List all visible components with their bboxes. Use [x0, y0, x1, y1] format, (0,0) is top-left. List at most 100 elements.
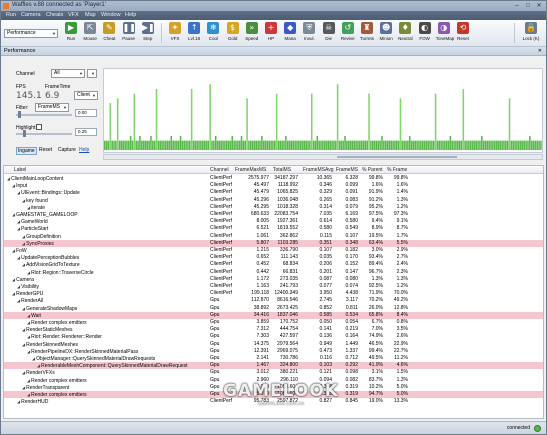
- frame-bar[interactable]: [153, 140, 156, 151]
- frame-bar[interactable]: [139, 135, 141, 151]
- frame-bar[interactable]: [418, 140, 420, 151]
- frame-bar[interactable]: [353, 140, 356, 151]
- expand-arrow-icon[interactable]: ◢: [22, 385, 25, 390]
- frame-bar[interactable]: [505, 140, 507, 151]
- frame-bar[interactable]: [105, 140, 108, 151]
- frame-bar[interactable]: [514, 140, 516, 151]
- expand-arrow-icon[interactable]: ◢: [22, 198, 25, 203]
- frame-bar[interactable]: [327, 140, 330, 151]
- frame-bar[interactable]: [325, 140, 328, 151]
- frame-bar[interactable]: [148, 140, 150, 151]
- table-row[interactable]: ◢GameWorld ClientPerf 8.005 1927.361 0.614 0.…: [4, 218, 543, 225]
- expand-arrow-icon[interactable]: ◢: [17, 399, 20, 404]
- pause-button[interactable]: ❚❚ Pause: [121, 21, 137, 45]
- frame-bar[interactable]: [464, 140, 466, 151]
- col-parent[interactable]: % Parent: [362, 167, 383, 173]
- frame-bar[interactable]: [104, 140, 106, 151]
- frame-bar[interactable]: [122, 140, 125, 151]
- frame-bar[interactable]: [272, 140, 274, 151]
- expand-arrow-icon[interactable]: ◢: [17, 255, 20, 260]
- frame-bar[interactable]: [492, 140, 494, 151]
- table-row[interactable]: ◢UpdatePerceptionBubbles ClientPerf 0.652 1…: [4, 254, 543, 261]
- frame-bar[interactable]: [331, 140, 333, 151]
- frame-bar[interactable]: [262, 140, 265, 151]
- filter-combo[interactable]: FrameMS ▼: [35, 103, 69, 112]
- table-row[interactable]: ◢ParticleStart ClientPerf 6.521 1819.552 0.5…: [4, 225, 543, 232]
- table-row[interactable]: ◢GAMESTATE_GAMELOOP ClientPerf 680.633 2208…: [4, 211, 543, 218]
- expand-arrow-icon[interactable]: ◢: [22, 262, 25, 267]
- table-row[interactable]: ◢ObjectManager::QuerySkinnedMaterialDraw…: [4, 355, 543, 362]
- frame-bar[interactable]: [233, 140, 235, 151]
- frame-bar[interactable]: [527, 140, 529, 151]
- col-label[interactable]: Label: [14, 167, 26, 173]
- frame-bar[interactable]: [144, 140, 147, 151]
- table-row[interactable]: ◢Visibility ClientPerf 1.163 241.793 0.077 0.…: [4, 283, 543, 290]
- frame-bar[interactable]: [275, 93, 278, 151]
- frame-bar[interactable]: [444, 140, 446, 151]
- frame-bar[interactable]: [299, 140, 302, 151]
- frame-bar[interactable]: [194, 140, 197, 151]
- expand-arrow-icon[interactable]: ◢: [17, 190, 20, 195]
- frame-bar[interactable]: [140, 140, 143, 151]
- frame-bar[interactable]: [394, 140, 396, 151]
- filter-slider-thumb[interactable]: [18, 111, 21, 118]
- table-row[interactable]: ◢UIEvent::Bindings::Update ClientPerf 45.4…: [4, 189, 543, 196]
- frame-bar[interactable]: [224, 140, 226, 151]
- expand-arrow-icon[interactable]: ◢: [37, 363, 40, 368]
- frame-bar[interactable]: [333, 140, 335, 151]
- speed-button[interactable]: » Speed: [244, 21, 260, 45]
- frame-bar[interactable]: [201, 140, 204, 151]
- expand-arrow-icon[interactable]: ◢: [27, 205, 30, 210]
- frame-bar[interactable]: [207, 140, 210, 151]
- frame-bar[interactable]: [126, 140, 128, 151]
- frame-bar[interactable]: [490, 140, 492, 151]
- frame-bar[interactable]: [412, 140, 415, 151]
- frame-bar[interactable]: [285, 135, 287, 151]
- frame-bar[interactable]: [213, 140, 215, 151]
- frame-bar[interactable]: [109, 103, 112, 151]
- frame-bar[interactable]: [205, 140, 208, 151]
- frame-bar[interactable]: [482, 140, 485, 151]
- expand-arrow-icon[interactable]: ◢: [7, 176, 10, 181]
- expand-arrow-icon[interactable]: ◢: [22, 234, 25, 239]
- frame-bar[interactable]: [420, 140, 422, 151]
- mode-combo[interactable]: Performance ▼: [4, 29, 58, 38]
- frame-bar[interactable]: [120, 140, 123, 151]
- frame-bar[interactable]: [305, 140, 307, 151]
- frame-bar[interactable]: [351, 140, 354, 151]
- run-button[interactable]: ▶ Run: [63, 21, 79, 45]
- expand-arrow-icon[interactable]: ◢: [22, 241, 25, 246]
- frame-bar[interactable]: [355, 140, 357, 151]
- frame-bar[interactable]: [244, 140, 247, 151]
- table-row[interactable]: ◢RenderGPU ClientPerf 199.118 12400.349 3.95…: [4, 290, 543, 297]
- frame-bar[interactable]: [440, 140, 442, 151]
- frame-bar[interactable]: [368, 93, 370, 151]
- frame-bar[interactable]: [453, 140, 455, 151]
- turrets-button[interactable]: ♜ Turrets: [359, 21, 375, 45]
- frame-bar[interactable]: [517, 140, 520, 151]
- table-row[interactable]: ◢ClientMainLoopContent ClientPerf 2575.977…: [4, 175, 543, 182]
- filter-threshold-field[interactable]: 0.00: [75, 109, 97, 117]
- frame-bar[interactable]: [259, 140, 261, 151]
- frame-bar[interactable]: [488, 140, 490, 151]
- capture-button[interactable]: Capture: [58, 147, 76, 153]
- expand-arrow-icon[interactable]: ◢: [22, 327, 25, 332]
- frame-bar[interactable]: [216, 140, 219, 151]
- frame-bar[interactable]: [279, 140, 282, 151]
- frame-bar[interactable]: [381, 135, 383, 151]
- table-row[interactable]: ◢Wait Gpu 34.416 1837.046 0.585 0.534 65.8% 8.4…: [4, 311, 543, 319]
- channel-combo[interactable]: All ▼: [51, 69, 85, 78]
- expand-arrow-icon[interactable]: ◢: [22, 306, 25, 311]
- frame-bar[interactable]: [347, 140, 350, 151]
- expand-arrow-icon[interactable]: ◢: [17, 284, 20, 289]
- expand-arrow-icon[interactable]: ◢: [22, 342, 25, 347]
- frametime-graph[interactable]: [103, 68, 543, 153]
- frame-bar[interactable]: [220, 140, 222, 151]
- frame-bar[interactable]: [211, 140, 213, 151]
- frame-bar[interactable]: [181, 140, 184, 151]
- frame-bar[interactable]: [523, 140, 526, 151]
- frame-bar[interactable]: [203, 140, 206, 151]
- table-row[interactable]: ◢Camera ClientPerf 1.172 273.035 0.087 0.080 1…: [4, 276, 543, 283]
- frame-bar[interactable]: [360, 140, 363, 151]
- frame-bar[interactable]: [342, 140, 344, 151]
